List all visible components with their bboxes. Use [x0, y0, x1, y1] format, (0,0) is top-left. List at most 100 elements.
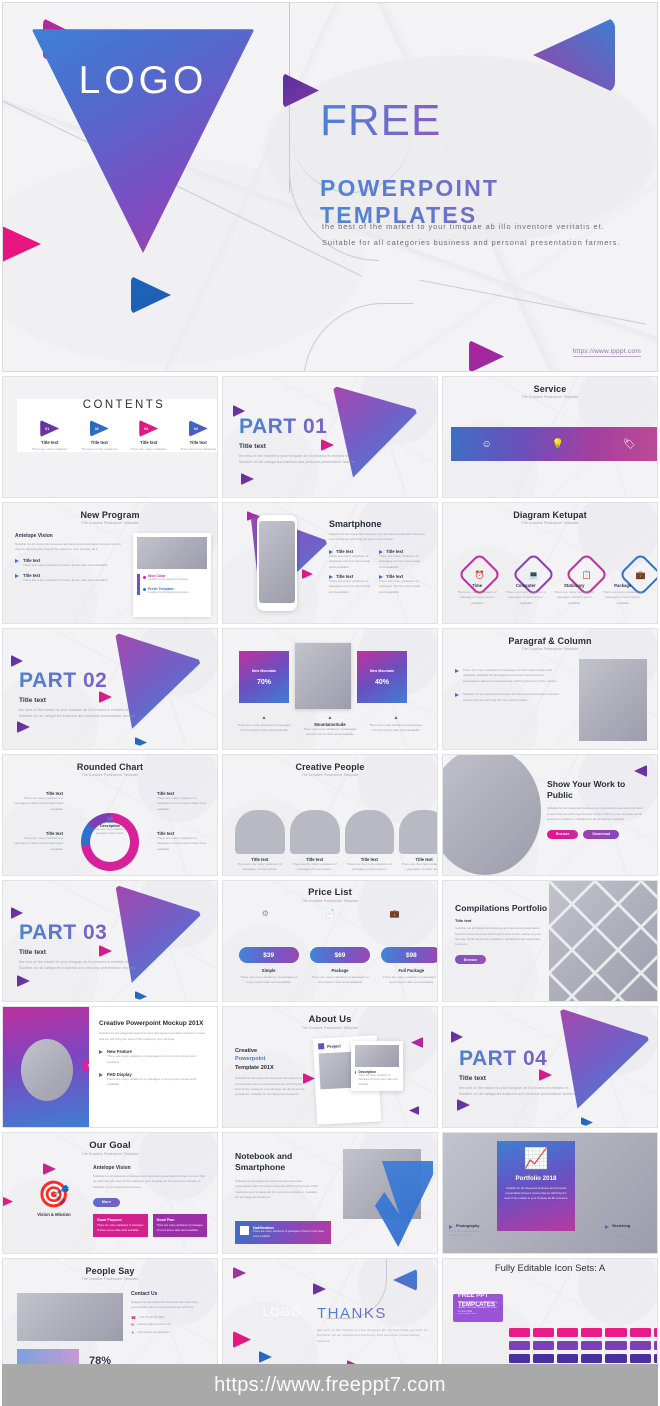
slide-creative-people[interactable]: Creative People The Creative Powerpoint … — [222, 754, 438, 876]
slide-about-us[interactable]: About Us The Creative Powerpoint Templat… — [222, 1006, 438, 1128]
slide-mountain[interactable]: New Mountain 70% New Mountain 40% ▲ Ther… — [222, 628, 438, 750]
chart-icon[interactable] — [581, 1327, 603, 1337]
microphone-icon[interactable] — [581, 1353, 603, 1363]
contact-web[interactable]: ☀ http://www.yourblogsite — [131, 1330, 209, 1335]
person-card[interactable]: Title text There are the many variations… — [289, 810, 340, 875]
download-button[interactable]: Download — [583, 829, 620, 839]
price-pill[interactable]: $98 — [381, 947, 437, 963]
graduation-icon[interactable] — [629, 1353, 651, 1363]
smartphone-bullet[interactable]: Title text There are many variations of … — [379, 549, 423, 570]
price-plan[interactable]: $98 Full Package There are many variatio… — [381, 947, 437, 986]
person-card[interactable]: Title text There are the many variations… — [399, 810, 437, 875]
paragraf-bullet[interactable]: Suitable for all categories business and… — [455, 692, 559, 703]
smartphone-bullet[interactable]: Title text There are many variations of … — [379, 574, 423, 595]
slide-thanks[interactable]: LOGO THANKS the best of the market to yo… — [222, 1258, 438, 1378]
slide-icon-sets[interactable]: Fully Editable Icon Sets: A You can fill… — [442, 1258, 658, 1378]
price-plan[interactable]: $69 Package There are many variations of… — [309, 947, 370, 986]
portfolio-item-sketching[interactable]: Sketching There are many variations of p… — [605, 1224, 651, 1239]
chart-label-3[interactable]: Title text There are many variations of … — [157, 791, 209, 812]
chart-label-4[interactable]: Title text There are many variations of … — [157, 831, 209, 852]
book-icon[interactable] — [509, 1353, 531, 1363]
slide-compilations-portfolio[interactable]: Compilations Portfolio Title text Suitab… — [442, 880, 658, 1002]
music-icon[interactable] — [557, 1353, 579, 1363]
slide-new-program[interactable]: New Program The Creative Powerpoint Temp… — [2, 502, 218, 624]
browse-button[interactable]: Browse — [455, 955, 487, 965]
chart-label-1[interactable]: Title text There are many variations of … — [11, 791, 63, 812]
printer-icon[interactable] — [509, 1340, 531, 1350]
new-program-bullet[interactable]: Title text There are many variations of … — [15, 558, 127, 568]
contents-item[interactable]: 02 Title text There are many variations — [77, 420, 121, 452]
mountain-image — [295, 643, 351, 709]
slide-people-say[interactable]: People Say The Creative Powerpoint Templ… — [2, 1258, 218, 1378]
price-plan[interactable]: $39 Simple There are many variations of … — [238, 947, 299, 986]
new-program-bullet[interactable]: Title text There are many variations of … — [15, 573, 127, 583]
people-say-heading: People Say — [85, 1266, 135, 1276]
contents-item-label: Title text — [140, 440, 158, 445]
calculator-icon[interactable] — [629, 1340, 651, 1350]
hero-url[interactable]: https://www.ipppt.com — [572, 348, 641, 357]
smartphone-bullet[interactable]: Title text There are many variations of … — [329, 574, 373, 595]
about-popup-card[interactable]: Description There are many variations of… — [351, 1041, 403, 1092]
contents-item[interactable]: 03 Title text There are many variations — [127, 420, 171, 452]
smartphone-bullet[interactable]: Title text There are many variations of … — [329, 549, 373, 570]
goal-card-purpose[interactable]: Good Purpose There are many variations o… — [93, 1214, 148, 1238]
globe-icon[interactable] — [629, 1327, 651, 1337]
palette-icon[interactable] — [605, 1353, 627, 1363]
portfolio-card[interactable]: 📈 Portfolio 2018 Suitable for all catego… — [497, 1141, 575, 1231]
puzzle-icon[interactable] — [533, 1353, 555, 1363]
slide-show-your-work[interactable]: Show Your Work to Public Suitable for al… — [442, 754, 658, 876]
slide-creative-mockup[interactable]: › Creative Powerpoint Mockup 201X Suitab… — [2, 1006, 218, 1128]
footer-url[interactable]: https://www.freeppt7.com — [214, 1374, 446, 1397]
goal-card-plan[interactable]: Good Plan There are many variations of p… — [152, 1214, 207, 1238]
signal-icon[interactable] — [605, 1327, 627, 1337]
mountain-card-left[interactable]: New Mountain 70% — [239, 651, 289, 703]
slide-price-list[interactable]: Price List The Creative Powerpoint Templ… — [222, 880, 438, 1002]
notification-banner[interactable]: Notification There are many variations o… — [235, 1221, 331, 1245]
person-card[interactable]: Title text There are the many variations… — [235, 810, 285, 875]
contents-item-label: Title text — [189, 440, 207, 445]
phone-icon[interactable] — [605, 1340, 627, 1350]
contact-mail[interactable]: ✉ welcome@yourmail.com — [131, 1322, 209, 1327]
contact-phone[interactable]: ☎ +01 00 00 00 0001 — [131, 1315, 209, 1320]
browse-button[interactable]: Browse — [547, 829, 579, 839]
mountain-card-right[interactable]: New Mountain 40% — [357, 651, 407, 703]
umbrella-icon[interactable] — [653, 1327, 657, 1337]
mockup-feature[interactable]: FHD Display There are many variations of… — [99, 1072, 207, 1088]
price-pill[interactable]: $69 — [309, 947, 370, 963]
tablet-icon[interactable] — [581, 1340, 603, 1350]
new-program-card[interactable]: Nice Color Suitable for all categories b… — [133, 533, 211, 617]
portfolio-item-photography[interactable]: Photography There are many variations of… — [449, 1224, 495, 1239]
slide-part-02[interactable]: PART 02 Title text the best of the marke… — [2, 628, 218, 750]
person-card[interactable]: Title text There are the many variations… — [344, 810, 395, 875]
search-icon[interactable] — [653, 1353, 657, 1363]
slide-smartphone[interactable]: Smartphone Suitable for all categories b… — [222, 502, 438, 624]
monitor-icon[interactable] — [557, 1340, 579, 1350]
icon-sets-card-title: FREE PPT TEMPLATES — [458, 1292, 496, 1308]
slide-rounded-chart[interactable]: Rounded Chart The Creative Powerpoint Te… — [2, 754, 218, 876]
mail-icon[interactable] — [533, 1327, 555, 1337]
slide-service[interactable]: Service The Creative Powerpoint Template… — [442, 376, 658, 498]
price-pill[interactable]: $39 — [238, 947, 299, 963]
slide-contents[interactable]: CONTENTS 01 Title text There are many va… — [2, 376, 218, 498]
slide-part-04[interactable]: PART 04 Title text the best of the marke… — [442, 1006, 658, 1128]
contents-item[interactable]: 01 Title text There are many variations — [28, 420, 72, 452]
inbox-icon[interactable] — [557, 1327, 579, 1337]
more-button[interactable]: More — [93, 1197, 120, 1207]
contents-item[interactable]: 04 Title text There are many variations — [176, 420, 217, 452]
slide-part-03[interactable]: PART 03 Title text the best of the marke… — [2, 880, 218, 1002]
slide-notebook-smartphone[interactable]: Notebook and Smartphone Suitable for all… — [222, 1132, 438, 1254]
paragraf-bullet[interactable]: There are many variations of passages of… — [455, 668, 559, 684]
bullet-desc: There are many variations of lorem ipsum… — [23, 578, 108, 583]
slide-portfolio-2018[interactable]: 📈 Portfolio 2018 Suitable for all catego… — [442, 1132, 658, 1254]
slide-our-goal[interactable]: Our Goal The Creative Powerpoint Templat… — [2, 1132, 218, 1254]
thumbs-up-icon[interactable] — [509, 1327, 531, 1337]
slide-paragraf-column[interactable]: Paragraf & Column The Creative Powerpoin… — [442, 628, 658, 750]
phone-mockup — [257, 515, 297, 611]
chart-label-2[interactable]: Title text There are many variations of … — [11, 831, 63, 852]
trash-icon[interactable] — [653, 1340, 657, 1350]
mockup-feature[interactable]: New Feature There are many variations of… — [99, 1049, 207, 1065]
contents-item-desc: There are many variations — [180, 447, 217, 451]
laptop-icon[interactable] — [533, 1340, 555, 1350]
slide-diagram-ketupat[interactable]: Diagram Ketupat The Creative Powerpoint … — [442, 502, 658, 624]
slide-part-01[interactable]: PART 01 Title text the best of the marke… — [222, 376, 438, 498]
